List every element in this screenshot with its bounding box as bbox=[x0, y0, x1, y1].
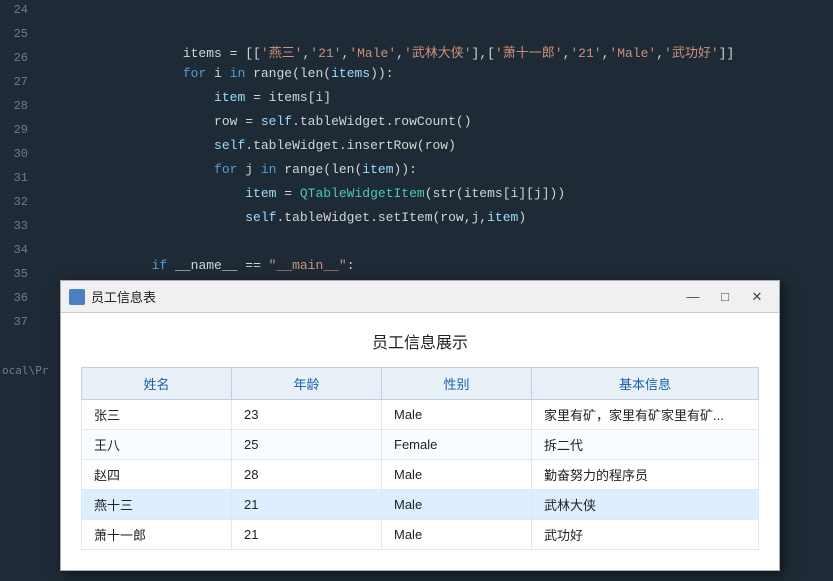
line-number-36: 36 bbox=[0, 288, 38, 312]
code-line-34: 34 if __name__ == "__main__": bbox=[0, 240, 833, 264]
cell-age-3: 21 bbox=[232, 490, 382, 520]
cell-age-1: 25 bbox=[232, 430, 382, 460]
col-header-info: 基本信息 bbox=[532, 368, 759, 400]
code-line-28: 28 row = self.tableWidget.rowCount() bbox=[0, 96, 833, 120]
employee-table: 姓名 年龄 性别 基本信息 张三 23 Male 家里有矿，家里有矿家里有矿..… bbox=[81, 367, 759, 550]
col-header-age: 年龄 bbox=[232, 368, 382, 400]
table-header: 姓名 年龄 性别 基本信息 bbox=[82, 368, 759, 400]
line-number-29: 29 bbox=[0, 120, 38, 144]
close-button[interactable]: ✕ bbox=[743, 286, 771, 308]
table-row-selected[interactable]: 燕十三 21 Male 武林大侠 bbox=[82, 490, 759, 520]
cell-age-0: 23 bbox=[232, 400, 382, 430]
line-indicator-30 bbox=[38, 144, 54, 168]
line-content-36 bbox=[54, 288, 58, 312]
code-line-25: 25 items = [['燕三','21','Male','武林大侠'],['… bbox=[0, 24, 833, 48]
line-number-33: 33 bbox=[0, 216, 38, 240]
line-indicator-32 bbox=[38, 192, 54, 216]
code-line-32: 32 self.tableWidget.setItem(row,j,item) bbox=[0, 192, 833, 216]
line-number-26: 26 bbox=[0, 48, 38, 72]
cell-gender-3: Male bbox=[382, 490, 532, 520]
line-number-27: 27 bbox=[0, 72, 38, 96]
minimize-button[interactable]: — bbox=[679, 286, 707, 308]
code-line-29: 29 self.tableWidget.insertRow(row) bbox=[0, 120, 833, 144]
cell-info-1: 拆二代 bbox=[532, 430, 759, 460]
line-content-31: item = QTableWidgetItem(str(items[i][j])… bbox=[54, 168, 565, 192]
line-content-29: self.tableWidget.insertRow(row) bbox=[54, 120, 456, 144]
cell-name-2: 赵四 bbox=[82, 460, 232, 490]
line-indicator-24 bbox=[38, 0, 54, 24]
code-line-30: 30 for j in range(len(item)): bbox=[0, 144, 833, 168]
line-number-24: 24 bbox=[0, 0, 38, 24]
line-number-34: 34 bbox=[0, 240, 38, 264]
line-number-32: 32 bbox=[0, 192, 38, 216]
line-indicator-37 bbox=[38, 312, 54, 336]
cell-age-2: 28 bbox=[232, 460, 382, 490]
line-number-28: 28 bbox=[0, 96, 38, 120]
line-content-37 bbox=[54, 312, 58, 336]
code-line-31: 31 item = QTableWidgetItem(str(items[i][… bbox=[0, 168, 833, 192]
line-content-32: self.tableWidget.setItem(row,j,item) bbox=[54, 192, 526, 216]
dialog-window: 员工信息表 — □ ✕ 员工信息展示 姓名 年龄 性别 基本信息 张三 23 bbox=[60, 280, 780, 571]
line-number-37: 37 bbox=[0, 312, 38, 336]
sidebar-path-label: ocal\Pr bbox=[0, 360, 65, 381]
cell-name-3: 燕十三 bbox=[82, 490, 232, 520]
line-content-27: item = items[i] bbox=[54, 72, 331, 96]
cell-name-1: 王八 bbox=[82, 430, 232, 460]
table-row[interactable]: 萧十一郎 21 Male 武功好 bbox=[82, 520, 759, 550]
line-content-24 bbox=[54, 0, 58, 24]
dialog-heading: 员工信息展示 bbox=[81, 329, 759, 353]
dialog-title: 员工信息表 bbox=[91, 287, 679, 306]
line-number-31: 31 bbox=[0, 168, 38, 192]
dialog-body: 员工信息展示 姓名 年龄 性别 基本信息 张三 23 Male 家里有矿，家里有… bbox=[61, 313, 779, 570]
line-indicator-33 bbox=[38, 216, 54, 240]
line-content-33 bbox=[54, 216, 58, 240]
cell-age-4: 21 bbox=[232, 520, 382, 550]
line-indicator-34 bbox=[38, 240, 54, 264]
line-number-25: 25 bbox=[0, 24, 38, 48]
code-line-27: 27 item = items[i] bbox=[0, 72, 833, 96]
line-indicator-35 bbox=[38, 264, 54, 288]
line-indicator-36 bbox=[38, 288, 54, 312]
cell-name-4: 萧十一郎 bbox=[82, 520, 232, 550]
line-content-26: for i in range(len(items)): bbox=[54, 48, 394, 72]
table-row[interactable]: 王八 25 Female 拆二代 bbox=[82, 430, 759, 460]
dialog-window-controls: — □ ✕ bbox=[679, 286, 771, 308]
table-header-row: 姓名 年龄 性别 基本信息 bbox=[82, 368, 759, 400]
code-line-24: 24 bbox=[0, 0, 833, 24]
cell-info-0: 家里有矿，家里有矿家里有矿... bbox=[532, 400, 759, 430]
table-row[interactable]: 张三 23 Male 家里有矿，家里有矿家里有矿... bbox=[82, 400, 759, 430]
col-header-name: 姓名 bbox=[82, 368, 232, 400]
line-indicator-26 bbox=[38, 48, 54, 72]
table-row[interactable]: 赵四 28 Male 勤奋努力的程序员 bbox=[82, 460, 759, 490]
line-number-35: 35 bbox=[0, 264, 38, 288]
line-content-34: if __name__ == "__main__": bbox=[54, 240, 355, 264]
line-content-25: items = [['燕三','21','Male','武林大侠'],['萧十一… bbox=[54, 24, 734, 48]
cell-gender-1: Female bbox=[382, 430, 532, 460]
line-indicator-29 bbox=[38, 120, 54, 144]
line-number-30: 30 bbox=[0, 144, 38, 168]
cell-name-0: 张三 bbox=[82, 400, 232, 430]
dialog-titlebar[interactable]: 员工信息表 — □ ✕ bbox=[61, 281, 779, 313]
line-indicator-28 bbox=[38, 96, 54, 120]
line-content-30: for j in range(len(item)): bbox=[54, 144, 417, 168]
cell-gender-2: Male bbox=[382, 460, 532, 490]
line-content-28: row = self.tableWidget.rowCount() bbox=[54, 96, 472, 120]
line-indicator-31 bbox=[38, 168, 54, 192]
line-indicator-25 bbox=[38, 24, 54, 48]
cell-info-3: 武林大侠 bbox=[532, 490, 759, 520]
cell-gender-0: Male bbox=[382, 400, 532, 430]
cell-info-4: 武功好 bbox=[532, 520, 759, 550]
col-header-gender: 性别 bbox=[382, 368, 532, 400]
cell-gender-4: Male bbox=[382, 520, 532, 550]
dialog-app-icon bbox=[69, 289, 85, 305]
table-body: 张三 23 Male 家里有矿，家里有矿家里有矿... 王八 25 Female… bbox=[82, 400, 759, 550]
restore-button[interactable]: □ bbox=[711, 286, 739, 308]
line-indicator-27 bbox=[38, 72, 54, 96]
cell-info-2: 勤奋努力的程序员 bbox=[532, 460, 759, 490]
